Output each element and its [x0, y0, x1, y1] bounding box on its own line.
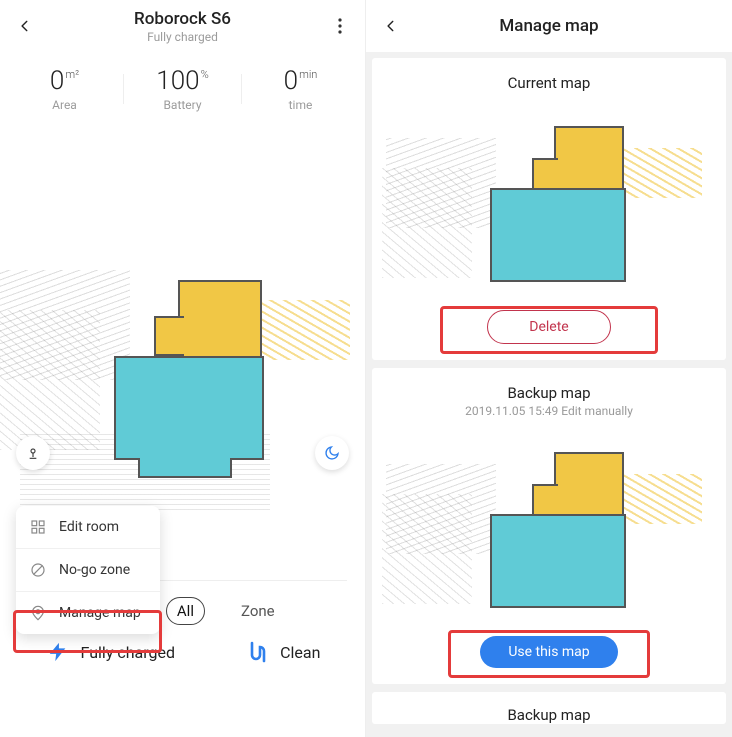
locate-button[interactable] — [16, 436, 50, 470]
edit-room-item[interactable]: Edit room — [16, 506, 160, 548]
header-title-block: Roborock S6 Fully charged — [36, 9, 329, 44]
map-room-cyan — [490, 188, 626, 282]
header-title-block: Manage map — [402, 16, 696, 36]
map-thumbnail — [372, 98, 726, 304]
header: Manage map — [366, 0, 732, 52]
map-actions-popover: Edit room No-go zone Manage map — [16, 506, 160, 634]
lidar-noise — [382, 168, 472, 278]
page-subtitle: Fully charged — [36, 30, 329, 44]
map-room-yellow — [532, 484, 558, 516]
lidar-noise — [0, 310, 100, 450]
lidar-noise — [382, 494, 472, 604]
map-card-title: Backup map — [372, 378, 726, 404]
page-title: Manage map — [402, 16, 696, 36]
stat-time: 0min time — [242, 66, 359, 112]
edit-room-label: Edit room — [59, 519, 119, 535]
lidar-noise — [622, 474, 702, 524]
tab-zone[interactable]: Zone — [231, 598, 285, 624]
header: Roborock S6 Fully charged — [0, 0, 365, 52]
chevron-left-icon — [18, 19, 32, 33]
map-card-current: Current map Delete — [372, 58, 726, 360]
screen-manage-map: Manage map Current map Delete Backup map… — [366, 0, 732, 737]
map-room-yellow — [532, 158, 558, 190]
stat-area-unit: m² — [65, 68, 79, 81]
map-cards-list[interactable]: Current map Delete Backup map 2019.11.05… — [366, 52, 732, 737]
use-this-map-button[interactable]: Use this map — [480, 636, 617, 668]
delete-map-button[interactable]: Delete — [487, 310, 611, 344]
bolt-icon — [45, 639, 71, 665]
stat-battery-value: 100 — [156, 66, 199, 96]
map-pin-icon — [29, 604, 47, 622]
map-room-yellow — [554, 452, 624, 516]
grid-icon — [29, 518, 47, 536]
map-thumbnail — [372, 424, 726, 630]
charge-label: Fully charged — [81, 643, 175, 662]
stat-battery-unit: % — [201, 68, 209, 81]
map-room-cyan — [138, 458, 232, 478]
manage-map-label: Manage map — [59, 605, 141, 621]
lidar-noise — [622, 148, 702, 198]
map-canvas[interactable]: Edit room No-go zone Manage map — [0, 120, 365, 580]
charge-action[interactable]: Fully charged — [45, 639, 175, 665]
screen-device-home: Roborock S6 Fully charged 0m² Area 100% … — [0, 0, 366, 737]
map-card-title: Current map — [372, 68, 726, 94]
stat-battery-label: Battery — [124, 98, 241, 112]
stats-row: 0m² Area 100% Battery 0min time — [0, 52, 365, 120]
chevron-left-icon — [384, 19, 398, 33]
stat-time-label: time — [242, 98, 359, 112]
stat-area-label: Area — [6, 98, 123, 112]
map-room-cyan — [490, 514, 626, 608]
map-room-yellow — [154, 316, 184, 356]
tab-all[interactable]: All — [166, 597, 205, 625]
pin-line-icon — [25, 445, 41, 461]
no-entry-icon — [29, 561, 47, 579]
stat-time-unit: min — [299, 68, 317, 81]
map-room-yellow — [554, 126, 624, 190]
stat-time-value: 0 — [284, 66, 298, 96]
map-card-subtitle: 2019.11.05 15:49 Edit manually — [372, 404, 726, 420]
clean-path-icon — [244, 639, 270, 665]
bottom-action-bar: Fully charged Clean — [0, 635, 365, 675]
map-room-yellow — [178, 280, 262, 358]
manage-map-item[interactable]: Manage map — [16, 591, 160, 634]
lidar-noise — [260, 300, 350, 360]
no-go-zone-item[interactable]: No-go zone — [16, 548, 160, 591]
clean-action[interactable]: Clean — [244, 639, 320, 665]
no-go-zone-label: No-go zone — [59, 562, 130, 578]
more-vertical-icon — [338, 18, 342, 34]
clean-label: Clean — [280, 643, 320, 662]
back-button[interactable] — [380, 15, 402, 37]
map-card-title: Backup map — [372, 700, 726, 724]
map-card-backup-peek: Backup map — [372, 692, 726, 724]
moon-icon — [324, 445, 340, 461]
map-card-backup: Backup map 2019.11.05 15:49 Edit manuall… — [372, 368, 726, 684]
more-menu-button[interactable] — [329, 15, 351, 37]
night-mode-button[interactable] — [315, 436, 349, 470]
stat-area-value: 0 — [50, 66, 64, 96]
stat-area: 0m² Area — [6, 66, 123, 112]
page-title: Roborock S6 — [36, 9, 329, 29]
stat-battery: 100% Battery — [124, 66, 241, 112]
map-room-cyan — [114, 356, 264, 460]
back-button[interactable] — [14, 15, 36, 37]
